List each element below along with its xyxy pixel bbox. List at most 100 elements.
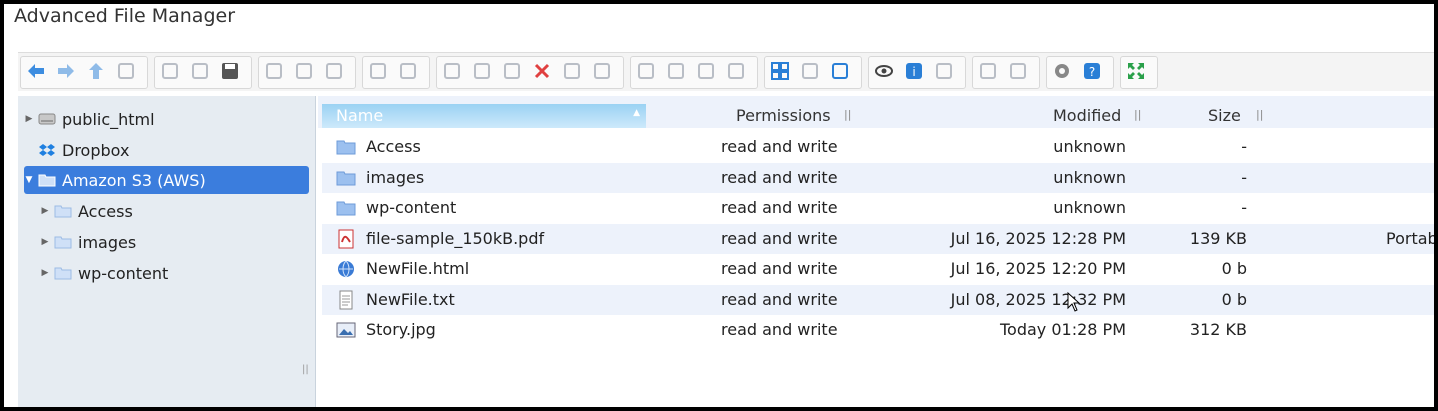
expand-icon[interactable]: ▶ xyxy=(40,268,50,278)
nav-item-images[interactable]: ▶ images xyxy=(40,228,300,256)
nav-item-label: Dropbox xyxy=(62,140,130,160)
select-all-button[interactable] xyxy=(665,60,687,82)
up-icon xyxy=(89,63,103,79)
view-details-icon xyxy=(832,63,848,79)
table-row[interactable]: Access read and write unknown - xyxy=(322,132,1434,162)
reload-button[interactable] xyxy=(115,60,137,82)
nav-item-wp-content[interactable]: ▶ wp-content xyxy=(40,259,300,287)
file-permissions: read and write xyxy=(721,198,838,217)
column-header-permissions[interactable]: Permissions xyxy=(736,106,831,125)
back-icon xyxy=(28,64,44,78)
table-row[interactable]: NewFile.html read and write Jul 16, 2025 1… xyxy=(322,254,1434,284)
nav-item-label: Amazon S3 (AWS) xyxy=(62,170,206,190)
expand-icon[interactable]: ▶ xyxy=(40,237,50,247)
cut-button[interactable] xyxy=(471,60,493,82)
file-name: wp-content xyxy=(366,198,457,217)
new-folder-icon xyxy=(162,63,178,79)
nav-item-access[interactable]: ▶ Access xyxy=(40,197,300,225)
nav-item-public-html[interactable]: ▶ public_html xyxy=(24,105,309,133)
reload-icon xyxy=(118,63,134,79)
collapse-icon[interactable]: ▼ xyxy=(24,175,34,185)
column-header-name[interactable]: Name ▲ xyxy=(322,104,646,128)
save-as-button[interactable] xyxy=(293,60,315,82)
file-kind: Portab xyxy=(1386,228,1434,248)
redo-icon xyxy=(400,63,416,79)
file-modified: Today 01:28 PM xyxy=(999,320,1126,339)
mouse-cursor-icon xyxy=(1067,292,1081,312)
paste-button[interactable] xyxy=(501,60,523,82)
table-row[interactable]: images read and write unknown - xyxy=(322,162,1434,193)
folder-icon xyxy=(54,205,72,218)
settings-icon xyxy=(1055,64,1069,78)
table-row[interactable]: Story.jpg read and write Today 01:28 PM 312… xyxy=(322,315,1434,345)
info-icon: i xyxy=(906,63,922,79)
nav-item-label: images xyxy=(78,232,137,252)
view-details-button[interactable] xyxy=(829,60,851,82)
app-title: Advanced File Manager xyxy=(14,5,236,27)
file-size: 0 b xyxy=(1221,289,1247,309)
new-folder-button[interactable] xyxy=(159,60,181,82)
file-permissions: read and write xyxy=(721,228,838,248)
up-button[interactable] xyxy=(85,60,107,82)
table-row[interactable]: file-sample_150kB.pdf read and write Jul 1… xyxy=(322,223,1434,254)
expand-icon[interactable]: ▶ xyxy=(24,114,34,124)
open-button[interactable] xyxy=(263,60,285,82)
copy-button[interactable] xyxy=(441,60,463,82)
nav-item-label: wp-content xyxy=(78,263,169,283)
file-permissions: read and write xyxy=(721,137,838,156)
help-icon: ? xyxy=(1084,63,1100,79)
expand-icon[interactable]: ▶ xyxy=(40,206,50,216)
folder-icon xyxy=(54,236,72,249)
undo-icon xyxy=(370,63,386,79)
undo-button[interactable] xyxy=(367,60,389,82)
file-name: Access xyxy=(366,137,421,156)
file-size: - xyxy=(1241,198,1247,217)
nav-item-dropbox[interactable]: Dropbox xyxy=(24,136,309,164)
edit-button[interactable] xyxy=(695,60,717,82)
help-button[interactable]: ? xyxy=(1081,60,1103,82)
new-file-button[interactable] xyxy=(189,60,211,82)
file-modified: Jul 16, 2025 12:28 PM xyxy=(950,228,1126,248)
empty-button[interactable] xyxy=(561,60,583,82)
delete-icon xyxy=(534,63,550,79)
preview-button[interactable] xyxy=(873,60,895,82)
column-resize-handle[interactable]: || xyxy=(1134,108,1141,121)
file-permissions: read and write xyxy=(721,259,838,278)
window: Advanced File Manager i? ▶ public_html D… xyxy=(4,4,1434,407)
select-button[interactable] xyxy=(323,60,345,82)
file-modified: Jul 08, 2025 12:32 PM xyxy=(950,289,1126,309)
save-button[interactable] xyxy=(219,60,241,82)
redo-button[interactable] xyxy=(397,60,419,82)
file-name: NewFile.txt xyxy=(366,289,455,309)
folder-icon xyxy=(336,140,356,155)
settings-button[interactable] xyxy=(1051,60,1073,82)
archive-icon xyxy=(980,63,996,79)
duplicate-button[interactable] xyxy=(591,60,613,82)
resize-button[interactable] xyxy=(1007,60,1029,82)
html-icon xyxy=(338,260,354,278)
panel-resize-handle[interactable]: || xyxy=(302,364,309,375)
forward-button[interactable] xyxy=(55,60,77,82)
text-file-icon xyxy=(339,290,353,309)
drive-icon xyxy=(38,113,56,125)
rename-button[interactable] xyxy=(635,60,657,82)
view-buttons-icon[interactable] xyxy=(769,60,791,82)
column-header-modified[interactable]: Modified xyxy=(1053,106,1121,125)
column-header-size[interactable]: Size xyxy=(1208,106,1241,125)
back-button[interactable] xyxy=(25,60,47,82)
file-permissions: read and write xyxy=(721,167,838,187)
nav-item-amazon-s3[interactable]: ▼ Amazon S3 (AWS) xyxy=(24,166,309,194)
copy-icon xyxy=(444,63,460,79)
column-resize-handle[interactable]: || xyxy=(844,108,851,121)
upload-button[interactable] xyxy=(725,60,747,82)
info-button[interactable]: i xyxy=(903,60,925,82)
fullscreen-button[interactable] xyxy=(1125,60,1147,82)
table-row[interactable]: NewFile.txt read and write Jul 08, 2025 12… xyxy=(322,284,1434,315)
file-size: - xyxy=(1241,137,1247,156)
extract-button[interactable] xyxy=(933,60,955,82)
delete-button[interactable] xyxy=(531,60,553,82)
table-row[interactable]: wp-content read and write unknown - xyxy=(322,193,1434,223)
view-list-button[interactable] xyxy=(799,60,821,82)
column-resize-handle[interactable]: || xyxy=(1256,108,1263,121)
archive-button[interactable] xyxy=(977,60,999,82)
